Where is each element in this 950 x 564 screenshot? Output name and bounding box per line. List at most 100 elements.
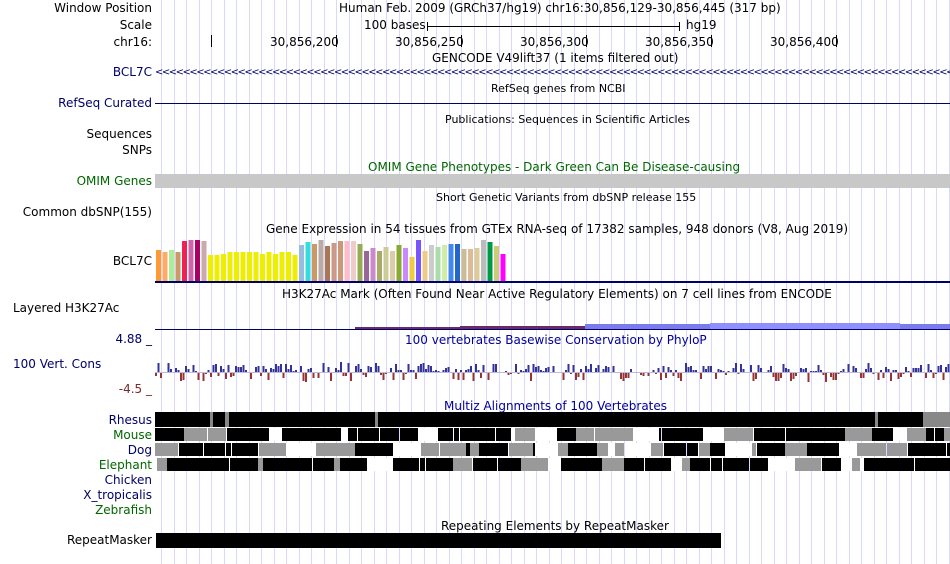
phylop-bar	[385, 373, 387, 374]
phylop-bar	[412, 370, 415, 372]
multiz-block	[595, 428, 614, 441]
refseq-gene-line[interactable]	[155, 103, 950, 104]
phylop-bar	[242, 365, 245, 372]
phylop-bar	[910, 373, 912, 377]
phylop-bar	[407, 364, 410, 372]
bcl7c-gene-feature[interactable]: <<<<<<<<<<<<<<<<<<<<<<<<<<<<<<<<<<<<<<<<…	[155, 66, 950, 80]
phylop-bar	[852, 366, 855, 372]
phylop-track-label[interactable]: 100 Vert. Cons	[13, 357, 101, 371]
dbsnp-track-label[interactable]: Common dbSNP(155)	[23, 205, 152, 219]
multiz-species-elephant[interactable]: Elephant	[99, 458, 152, 472]
phylop-bar	[855, 368, 857, 372]
phylop-bar	[890, 373, 892, 381]
phylop-bar	[940, 365, 942, 372]
gtex-bar-chart[interactable]	[155, 235, 950, 285]
h3k27ac-signal[interactable]	[155, 322, 950, 332]
phylop-bar	[702, 366, 705, 372]
repeatmasker-track-label[interactable]: RepeatMasker	[67, 533, 152, 547]
phylop-bar	[445, 368, 447, 372]
phylop-bar	[427, 365, 430, 372]
multiz-block	[454, 428, 459, 441]
multiz-block	[840, 443, 856, 456]
multiz-block	[824, 443, 829, 456]
omim-gene-bar[interactable]	[155, 174, 950, 188]
multiz-block	[724, 428, 744, 441]
phylop-bar	[570, 373, 572, 374]
multiz-block	[602, 458, 624, 471]
phylop-bar	[525, 369, 527, 372]
phylop-bar	[365, 373, 367, 377]
multiz-species-rhesus[interactable]: Rhesus	[109, 413, 152, 427]
multiz-block	[664, 443, 686, 456]
dbsnp-track-title: Short Genetic Variants from dbSNP releas…	[436, 191, 697, 204]
multiz-block	[939, 458, 950, 471]
publications-snps-label[interactable]: SNPs	[122, 143, 152, 157]
phylop-bar	[240, 367, 242, 372]
gtex-track-label[interactable]: BCL7C	[113, 254, 152, 268]
gtex-tissue-bar	[221, 254, 226, 281]
phylop-bar	[307, 369, 310, 372]
gtex-tissue-bar	[474, 248, 480, 281]
gencode-track-label[interactable]: BCL7C	[113, 65, 152, 79]
phylop-bar	[655, 373, 657, 374]
phylop-bar	[885, 367, 887, 372]
multiz-gap	[923, 412, 950, 427]
ruler-label-3: 30,856,300	[520, 35, 589, 49]
phylop-bar	[185, 366, 187, 372]
gtex-tissue-bar	[273, 254, 278, 281]
phylop-bar	[785, 368, 787, 372]
phylop-bar	[755, 373, 757, 379]
phylop-bar	[882, 373, 885, 378]
publications-track-title: Publications: Sequences in Scientific Ar…	[445, 113, 690, 126]
phylop-bar	[175, 368, 177, 372]
multiz-block	[274, 443, 286, 456]
phylop-bar	[517, 373, 520, 374]
publications-sequences-label[interactable]: Sequences	[87, 127, 152, 141]
multiz-species-mouse[interactable]: Mouse	[113, 428, 152, 442]
multiz-block	[578, 458, 602, 471]
phylop-bar	[832, 373, 835, 380]
phylop-conservation-plot[interactable]	[155, 346, 950, 394]
phylop-bar	[757, 365, 760, 372]
scale-text: 100 bases	[364, 18, 426, 32]
gtex-tissue-bar	[435, 247, 441, 281]
gtex-tissue-bar	[442, 245, 447, 281]
multiz-species-xtropicalis[interactable]: X_tropicalis	[83, 488, 152, 502]
phylop-bar	[420, 364, 422, 372]
omim-track-label[interactable]: OMIM Genes	[77, 174, 152, 188]
phylop-bar	[605, 366, 607, 372]
phylop-bar	[477, 370, 480, 372]
phylop-bar	[580, 369, 582, 372]
phylop-bar	[545, 368, 547, 372]
phylop-bar	[457, 373, 460, 380]
multiz-block	[597, 443, 608, 456]
phylop-bar	[380, 373, 382, 375]
phylop-bar	[565, 370, 567, 372]
multiz-species-chicken[interactable]: Chicken	[105, 473, 152, 487]
multiz-block	[703, 428, 723, 441]
browser-image-area[interactable]: Human Feb. 2009 (GRCh37/hg19) chr16:30,8…	[155, 0, 950, 564]
multiz-species-zebrafish[interactable]: Zebrafish	[95, 503, 152, 517]
phylop-bar	[392, 373, 395, 380]
repeatmasker-element[interactable]	[156, 533, 721, 548]
gtex-tissue-bar	[383, 247, 389, 281]
multiz-alignment-blocks[interactable]	[155, 412, 950, 474]
refseq-track-label[interactable]: RefSeq Curated	[58, 96, 152, 110]
multiz-block	[498, 458, 521, 471]
multiz-block	[348, 428, 357, 441]
gtex-tissue-bar	[409, 257, 415, 281]
phylop-bar	[630, 369, 632, 372]
phylop-bar	[925, 373, 927, 378]
gtex-tissue-bar	[247, 252, 252, 281]
h3k27ac-track-label[interactable]: Layered H3K27Ac	[13, 301, 119, 315]
phylop-bar	[590, 364, 592, 372]
multiz-block	[227, 428, 250, 441]
ruler-tick	[711, 35, 712, 47]
multiz-species-dog[interactable]: Dog	[128, 443, 152, 457]
multiz-block	[155, 428, 174, 441]
phylop-bar	[667, 367, 670, 372]
phylop-bar	[167, 363, 170, 372]
phylop-bar	[475, 364, 477, 372]
multiz-block	[367, 458, 392, 471]
omim-track-title: OMIM Gene Phenotypes - Dark Green Can Be…	[368, 160, 741, 174]
